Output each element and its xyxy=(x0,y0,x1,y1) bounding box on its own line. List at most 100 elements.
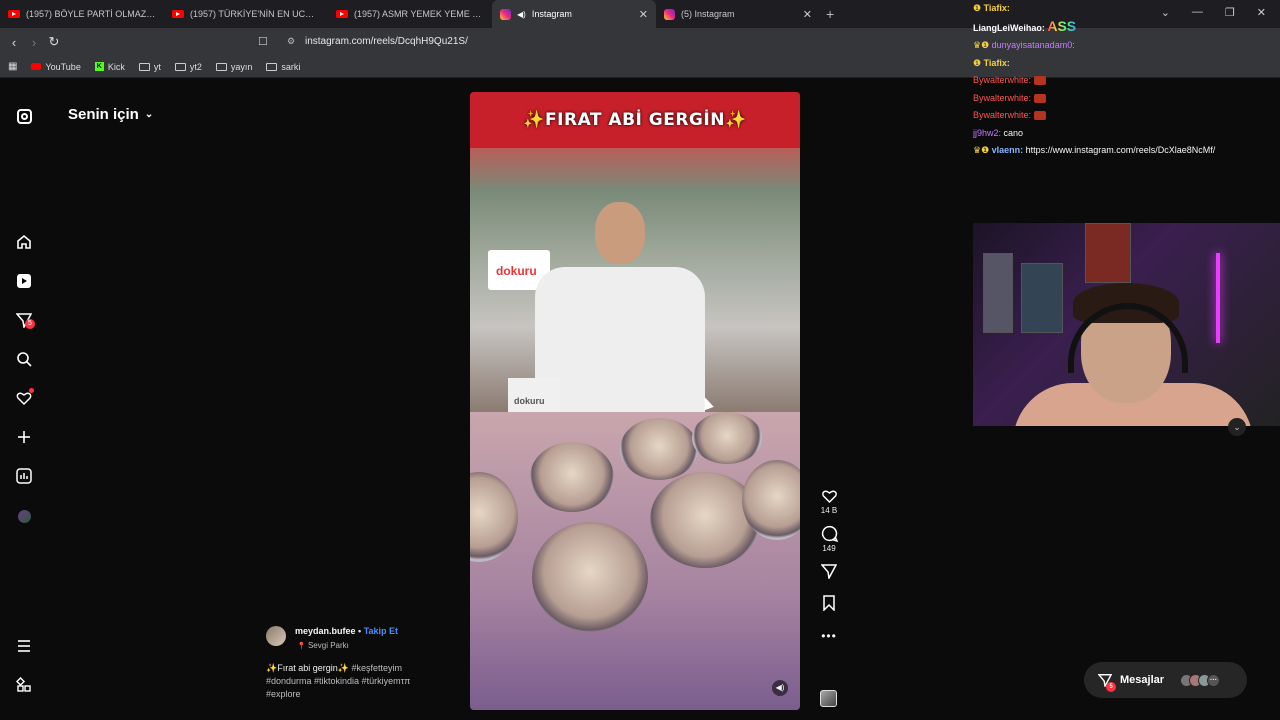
video-person xyxy=(535,267,705,427)
browser-tab[interactable]: (1957) TÜRKİYE'NİN EN UCUZ TAVUK xyxy=(164,0,328,28)
instagram-logo-icon[interactable] xyxy=(16,108,32,124)
chat-message: LiangLeiWeihao: ASS xyxy=(973,18,1273,38)
chat-text: cano xyxy=(1003,127,1024,138)
forward-icon[interactable]: › xyxy=(24,35,44,50)
location-pin-icon: 📍 xyxy=(297,643,306,650)
like-count: 14 B xyxy=(820,506,838,515)
share-icon xyxy=(821,564,837,579)
comment-icon xyxy=(821,525,838,542)
emote-icon xyxy=(1033,93,1046,103)
youtube-icon xyxy=(8,10,20,18)
chat-text: https://www.instagram.com/reels/DcXlae8N… xyxy=(1025,145,1216,155)
audio-thumbnail[interactable] xyxy=(820,690,837,707)
badge-icon: ❶ xyxy=(973,57,984,68)
back-icon[interactable]: ‹ xyxy=(4,35,24,50)
chat-message: ❶ Tiafix: xyxy=(973,55,1273,73)
badge-icon: ♛❶ xyxy=(973,40,992,50)
more-icon: ··· xyxy=(1207,673,1221,687)
caption-text: ✨Fırat abi gergin✨ xyxy=(266,663,349,673)
bookmark-folder[interactable]: yayın xyxy=(215,61,253,72)
home-icon[interactable] xyxy=(16,234,32,250)
location-label: Sevgi Parkı xyxy=(307,641,349,650)
url-field[interactable]: instagram.com/reels/DcqhH9Qu21S/ xyxy=(305,36,468,47)
follow-button[interactable]: Takip Et xyxy=(364,626,398,636)
bookmark-folder[interactable]: yt xyxy=(138,62,161,72)
folder-icon xyxy=(138,62,150,71)
ice-cream-bowl xyxy=(692,412,762,464)
browser-tab[interactable]: (5) Instagram ✕ xyxy=(656,0,820,28)
save-action[interactable] xyxy=(812,595,846,611)
more-options-icon[interactable]: ••• xyxy=(812,629,846,643)
folder-icon xyxy=(215,62,227,71)
site-info-icon[interactable]: ⚙ xyxy=(287,36,295,47)
chat-emote-text: ASS xyxy=(1047,17,1077,34)
tab-label: (5) Instagram xyxy=(681,9,735,19)
tab-label: (1957) BÖYLE PARTİ OLMAZ, HAVUZ xyxy=(26,9,156,19)
bookmark-kick[interactable]: K Kick xyxy=(94,62,125,72)
bookmark-folder[interactable]: yt2 xyxy=(174,61,202,72)
reel-video[interactable]: dokuru dokuru ✨FIRAT ABİ GERGİN✨ ◀) xyxy=(470,92,800,710)
instagram-sidebar: 5 xyxy=(0,80,48,720)
profile-icon[interactable] xyxy=(16,508,32,524)
ice-cream-bowl xyxy=(532,522,648,632)
instagram-icon xyxy=(500,8,511,20)
bookmark-youtube[interactable]: YouTube xyxy=(31,62,81,72)
chat-user: Tiafix: xyxy=(983,3,1010,13)
apps-icon[interactable]: ▦ xyxy=(8,61,17,72)
share-action[interactable] xyxy=(812,563,846,579)
folder-icon xyxy=(266,62,278,71)
close-tab-icon[interactable]: ✕ xyxy=(639,8,648,21)
folder-icon xyxy=(174,62,186,71)
chat-user: Bywalterwhite: xyxy=(973,92,1032,103)
chat-message: jj9hw2: cano xyxy=(973,125,1273,143)
chevron-down-icon[interactable]: ⌄ xyxy=(1228,418,1246,436)
comment-action[interactable]: 149 xyxy=(812,525,846,553)
bookmark-label: sarki xyxy=(281,61,301,72)
chevron-down-icon: ⌄ xyxy=(144,109,154,120)
streamer-webcam xyxy=(973,223,1280,426)
bookmark-icon[interactable]: ☐ xyxy=(258,35,268,48)
emote-icon xyxy=(1033,76,1046,86)
messages-label: Mesajlar xyxy=(1120,674,1165,686)
location[interactable]: 📍 Sevgi Parkı xyxy=(297,641,349,650)
sound-toggle-icon[interactable]: ◀) xyxy=(772,680,788,696)
video-person-head xyxy=(595,202,645,264)
like-action[interactable]: 14 B xyxy=(812,488,846,515)
tab-label: (1957) TÜRKİYE'NİN EN UCUZ TAVUK xyxy=(190,9,320,19)
reload-icon[interactable]: ↻ xyxy=(44,34,64,50)
browser-tab[interactable]: (1957) ASMR YEMEK YEME MUKBAN xyxy=(328,0,492,28)
reels-icon[interactable] xyxy=(16,273,32,289)
close-tab-icon[interactable]: ✕ xyxy=(803,8,812,21)
messages-icon[interactable]: 5 xyxy=(16,312,35,329)
bookmark-label: yt2 xyxy=(189,61,202,72)
more-apps-icon[interactable] xyxy=(16,677,32,693)
wall-poster xyxy=(1021,263,1063,333)
chat-user: LiangLeiWeihao: xyxy=(973,22,1045,33)
chat-user: vlaenn: xyxy=(991,145,1024,155)
dashboard-icon[interactable] xyxy=(16,468,32,484)
create-icon[interactable] xyxy=(16,429,32,445)
browser-tab-active[interactable]: ◀) Instagram ✕ xyxy=(492,0,656,28)
feed-selector[interactable]: Senin için ⌄ xyxy=(68,106,153,123)
ice-cream-counter xyxy=(470,412,800,710)
comment-count: 149 xyxy=(822,544,836,553)
sign-text: dokuru xyxy=(496,264,537,278)
bookmark-label: yayın xyxy=(230,61,253,72)
username-link[interactable]: meydan.bufee xyxy=(295,626,356,636)
tab-label: (1957) ASMR YEMEK YEME MUKBAN xyxy=(354,9,484,19)
avatar[interactable] xyxy=(266,626,286,646)
chat-user: Bywalterwhite: xyxy=(973,110,1032,120)
youtube-icon xyxy=(31,63,42,70)
stream-chat-overlay: ❶ Tiafix: LiangLeiWeihao: ASS ♛❶ dunyayi… xyxy=(973,0,1273,160)
bookmark-folder[interactable]: sarki xyxy=(266,62,300,72)
notifications-icon[interactable] xyxy=(16,388,34,406)
menu-icon[interactable] xyxy=(16,638,32,654)
search-icon[interactable] xyxy=(16,351,32,367)
messages-button[interactable]: 5 Mesajlar ··· xyxy=(1084,662,1247,698)
reel-overlay-title: ✨FIRAT ABİ GERGİN✨ xyxy=(523,110,747,130)
reel-author: meydan.bufee • Takip Et xyxy=(295,626,399,636)
messages-badge: 5 xyxy=(25,319,35,329)
browser-tab[interactable]: (1957) BÖYLE PARTİ OLMAZ, HAVUZ xyxy=(0,0,164,28)
ice-cream-bowl xyxy=(530,442,614,512)
new-tab-button[interactable]: + xyxy=(826,6,834,22)
